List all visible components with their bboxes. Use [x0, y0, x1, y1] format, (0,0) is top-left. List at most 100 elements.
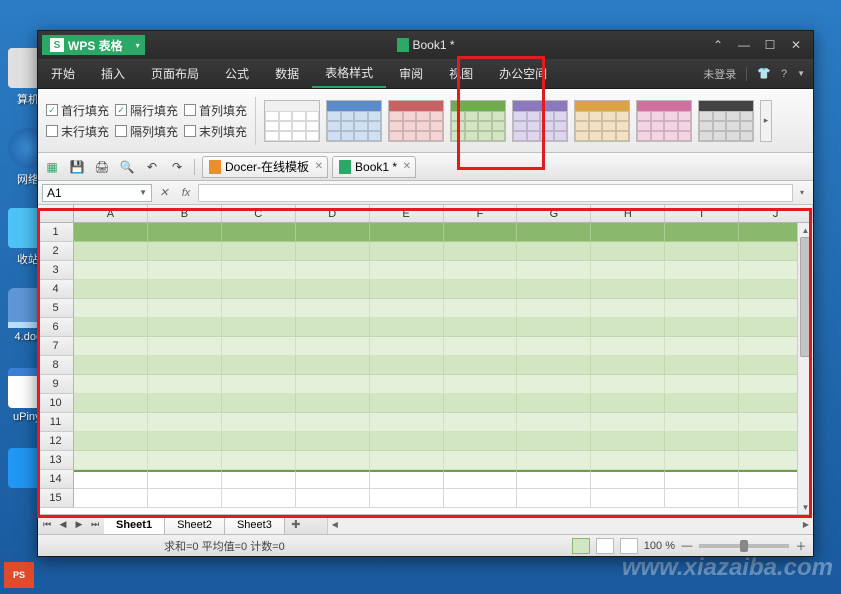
chevron-down-icon[interactable]: ▼: [139, 188, 147, 197]
fill-option-首行填充[interactable]: 首行填充: [46, 102, 109, 119]
cell-I9[interactable]: [665, 375, 739, 394]
menu-插入[interactable]: 插入: [88, 59, 138, 88]
login-link[interactable]: 未登录: [703, 66, 736, 82]
cell-B1[interactable]: [148, 223, 222, 242]
cell-F6[interactable]: [444, 318, 518, 337]
menu-页面布局[interactable]: 页面布局: [138, 59, 212, 88]
menu-公式[interactable]: 公式: [212, 59, 262, 88]
table-style-pink[interactable]: [636, 100, 692, 142]
cell-H2[interactable]: [591, 242, 665, 261]
cell-F7[interactable]: [444, 337, 518, 356]
cell-G8[interactable]: [517, 356, 591, 375]
cell-B3[interactable]: [148, 261, 222, 280]
row-header-4[interactable]: 4: [38, 280, 74, 299]
row-header-5[interactable]: 5: [38, 299, 74, 318]
cell-D6[interactable]: [296, 318, 370, 337]
row-header-8[interactable]: 8: [38, 356, 74, 375]
cell-H15[interactable]: [591, 489, 665, 508]
doc-tab[interactable]: Book1 *✕: [332, 156, 416, 178]
cell-E9[interactable]: [370, 375, 444, 394]
table-style-green[interactable]: [450, 100, 506, 142]
spreadsheet-grid[interactable]: ABCDEFGHIJ 123456789101112131415 ▲ ▼: [38, 205, 813, 514]
column-header-J[interactable]: J: [739, 205, 813, 222]
column-header-A[interactable]: A: [74, 205, 148, 222]
cell-H1[interactable]: [591, 223, 665, 242]
menu-数据[interactable]: 数据: [262, 59, 312, 88]
fill-option-首列填充[interactable]: 首列填充: [184, 102, 247, 119]
cell-C9[interactable]: [222, 375, 296, 394]
cell-A8[interactable]: [74, 356, 148, 375]
table-style-purple[interactable]: [512, 100, 568, 142]
select-all-corner[interactable]: [38, 205, 74, 222]
cell-G15[interactable]: [517, 489, 591, 508]
menu-办公空间[interactable]: 办公空间: [486, 59, 560, 88]
print-preview-button[interactable]: 🔍: [117, 157, 137, 177]
undo-button[interactable]: ↶: [142, 157, 162, 177]
cell-C8[interactable]: [222, 356, 296, 375]
cell-E7[interactable]: [370, 337, 444, 356]
view-page-button[interactable]: [596, 538, 614, 554]
app-badge[interactable]: SWPS 表格: [42, 35, 131, 55]
minimize-button[interactable]: —: [733, 36, 755, 54]
cell-E10[interactable]: [370, 394, 444, 413]
cell-H5[interactable]: [591, 299, 665, 318]
scroll-up-arrow[interactable]: ▲: [798, 223, 813, 237]
cell-B10[interactable]: [148, 394, 222, 413]
cell-A4[interactable]: [74, 280, 148, 299]
checkbox-icon[interactable]: [46, 125, 58, 137]
cell-E11[interactable]: [370, 413, 444, 432]
maximize-button[interactable]: ☐: [759, 36, 781, 54]
menu-开始[interactable]: 开始: [38, 59, 88, 88]
close-button[interactable]: ✕: [785, 36, 807, 54]
cell-I15[interactable]: [665, 489, 739, 508]
cell-D1[interactable]: [296, 223, 370, 242]
cell-D8[interactable]: [296, 356, 370, 375]
cell-A1[interactable]: [74, 223, 148, 242]
cell-D14[interactable]: [296, 470, 370, 489]
table-style-plain[interactable]: [264, 100, 320, 142]
cell-I11[interactable]: [665, 413, 739, 432]
gallery-more-button[interactable]: ▸: [760, 100, 772, 142]
cell-G1[interactable]: [517, 223, 591, 242]
cell-E12[interactable]: [370, 432, 444, 451]
skin-icon[interactable]: 👕: [757, 67, 771, 80]
view-layout-button[interactable]: [620, 538, 638, 554]
cell-F15[interactable]: [444, 489, 518, 508]
cell-E6[interactable]: [370, 318, 444, 337]
row-header-11[interactable]: 11: [38, 413, 74, 432]
checkbox-icon[interactable]: [184, 104, 196, 116]
cell-G7[interactable]: [517, 337, 591, 356]
cell-G12[interactable]: [517, 432, 591, 451]
sheet-prev-button[interactable]: ◀: [56, 519, 70, 530]
cell-C14[interactable]: [222, 470, 296, 489]
cell-H7[interactable]: [591, 337, 665, 356]
cell-B9[interactable]: [148, 375, 222, 394]
row-header-10[interactable]: 10: [38, 394, 74, 413]
cell-H6[interactable]: [591, 318, 665, 337]
cell-B6[interactable]: [148, 318, 222, 337]
cell-I6[interactable]: [665, 318, 739, 337]
cell-I10[interactable]: [665, 394, 739, 413]
cell-C1[interactable]: [222, 223, 296, 242]
cell-G5[interactable]: [517, 299, 591, 318]
checkbox-icon[interactable]: [115, 125, 127, 137]
cell-G11[interactable]: [517, 413, 591, 432]
column-header-G[interactable]: G: [517, 205, 591, 222]
ribbon-collapse-icon[interactable]: ⌃: [707, 36, 729, 54]
cell-I1[interactable]: [665, 223, 739, 242]
cell-C15[interactable]: [222, 489, 296, 508]
cell-C13[interactable]: [222, 451, 296, 470]
cell-A12[interactable]: [74, 432, 148, 451]
sheet-last-button[interactable]: ⏭: [88, 519, 102, 530]
cell-A11[interactable]: [74, 413, 148, 432]
cell-C11[interactable]: [222, 413, 296, 432]
cell-I2[interactable]: [665, 242, 739, 261]
cell-E2[interactable]: [370, 242, 444, 261]
row-header-9[interactable]: 9: [38, 375, 74, 394]
cell-A14[interactable]: [74, 470, 148, 489]
close-tab-icon[interactable]: ✕: [315, 161, 323, 172]
cell-A15[interactable]: [74, 489, 148, 508]
cell-A6[interactable]: [74, 318, 148, 337]
cell-I5[interactable]: [665, 299, 739, 318]
cell-B2[interactable]: [148, 242, 222, 261]
